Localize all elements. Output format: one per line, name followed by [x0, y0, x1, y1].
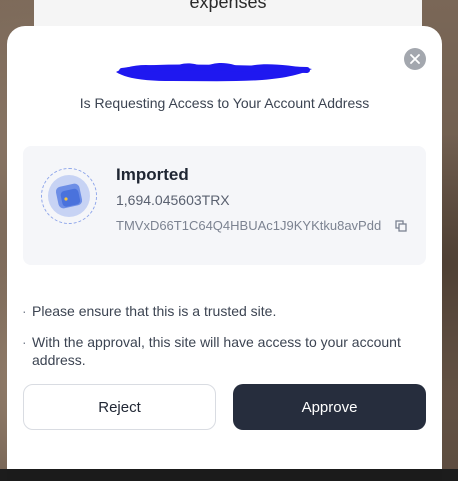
close-icon	[410, 54, 420, 64]
notice-text: Please ensure that this is a trusted sit…	[32, 303, 277, 319]
approve-button[interactable]: Approve	[233, 384, 426, 430]
reject-button[interactable]: Reject	[23, 384, 216, 430]
background-title: expenses	[189, 0, 267, 12]
notice-bullet: ·	[22, 303, 27, 319]
copy-icon[interactable]	[395, 220, 407, 232]
site-name-redacted	[116, 62, 312, 82]
close-button[interactable]	[404, 48, 426, 70]
wallet-icon	[48, 175, 90, 217]
account-name: Imported	[116, 165, 189, 184]
modal-bottom-strip	[7, 469, 442, 481]
request-text: Is Requesting Access to Your Account Add…	[79, 95, 370, 111]
notice-bullet: ·	[22, 334, 27, 350]
account-balance: 1,694.045603TRX	[116, 192, 230, 208]
account-address: TMVxD66T1C64Q4HBUAc1J9KYKtku8avPdd	[116, 218, 382, 233]
account-card: Imported 1,694.045603TRX TMVxD66T1C64Q4H…	[23, 146, 426, 265]
notice-item: · With the approval, this site will have…	[22, 333, 422, 369]
notice-item: · Please ensure that this is a trusted s…	[22, 302, 422, 320]
account-avatar	[41, 168, 97, 224]
access-request-modal: Is Requesting Access to Your Account Add…	[7, 26, 442, 481]
notice-text: With the approval, this site will have a…	[32, 334, 401, 368]
